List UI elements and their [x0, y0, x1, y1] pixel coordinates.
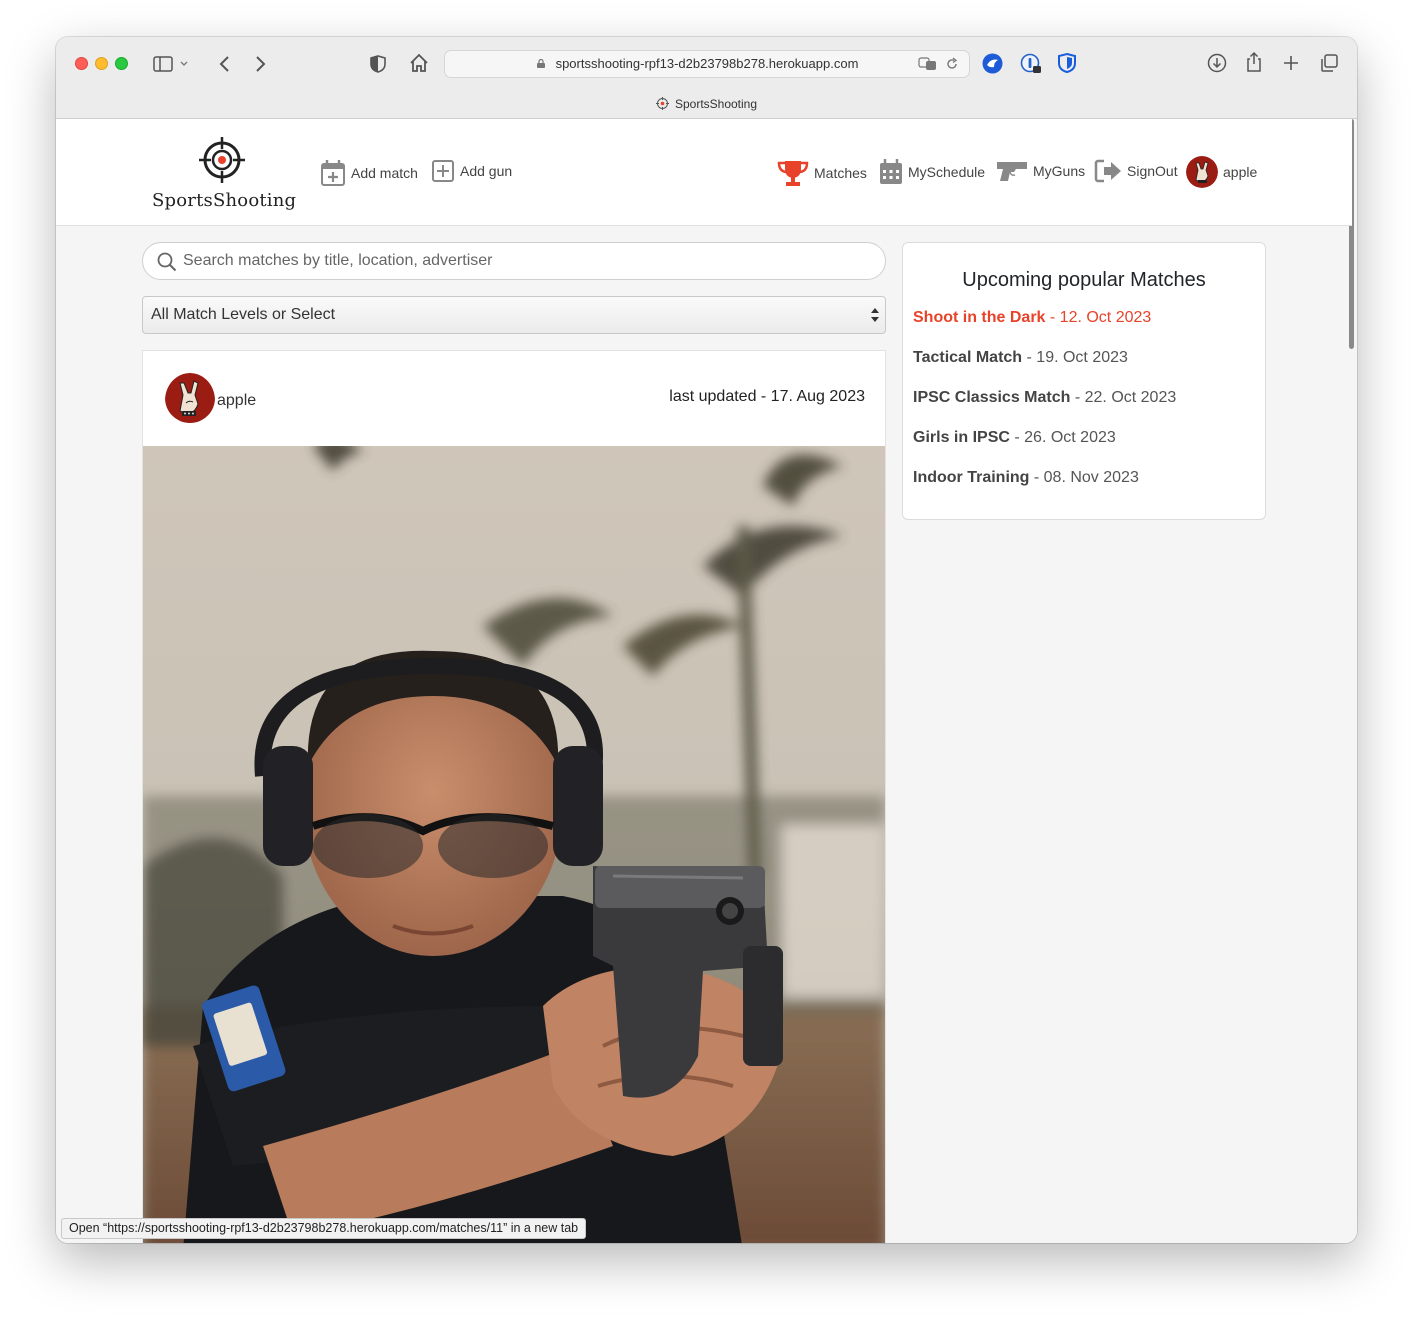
add-match-link[interactable]: Add match [320, 159, 418, 187]
brand-name: SportsShooting [152, 190, 297, 211]
forward-icon[interactable] [253, 54, 267, 74]
extension-bird-icon[interactable] [982, 53, 1003, 74]
add-gun-label: Add gun [460, 163, 513, 179]
match-name: Girls in IPSC [913, 429, 1010, 446]
match-name: Shoot in the Dark [913, 309, 1046, 326]
sidebar-toggle-icon[interactable] [153, 55, 189, 73]
myschedule-link[interactable]: MySchedule [879, 159, 985, 185]
signout-label: SignOut [1127, 163, 1178, 179]
popular-matches-panel: Upcoming popular Matches Shoot in the Da… [902, 242, 1266, 520]
minimize-window-button[interactable] [95, 57, 108, 70]
myguns-link[interactable]: MyGuns [996, 159, 1085, 183]
reload-icon[interactable] [945, 57, 959, 71]
match-name: Indoor Training [913, 469, 1030, 486]
active-tab[interactable]: SportsShooting [56, 97, 1357, 111]
list-item[interactable]: Indoor Training - 08. Nov 2023 [913, 469, 1176, 509]
myschedule-label: MySchedule [908, 164, 986, 180]
trophy-icon [777, 161, 809, 186]
calendar-plus-icon [321, 160, 345, 186]
match-date: - 19. Oct 2023 [1022, 349, 1128, 366]
myguns-label: MyGuns [1033, 163, 1086, 179]
match-name: IPSC Classics Match [913, 389, 1071, 406]
page-viewport: SportsShooting Add match Add gun Matches… [56, 119, 1357, 1243]
search-input[interactable] [183, 243, 873, 279]
match-card-header: apple last updated - 17. Aug 2023 [143, 351, 885, 446]
link-status-bar: Open “https://sportsshooting-rpf13-d2b23… [61, 1218, 587, 1239]
match-level-selected: All Match Levels or Select [151, 306, 336, 323]
list-item[interactable]: IPSC Classics Match - 22. Oct 2023 [913, 389, 1176, 429]
back-icon[interactable] [218, 54, 232, 74]
search-icon [157, 252, 177, 272]
match-date: - 12. Oct 2023 [1045, 309, 1152, 326]
close-window-button[interactable] [75, 57, 88, 70]
privacy-shield-icon[interactable] [369, 54, 387, 74]
target-favicon-icon [655, 97, 669, 110]
popular-matches-list: Shoot in the Dark - 12. Oct 2023 Tactica… [913, 309, 1176, 509]
match-photo[interactable] [143, 446, 885, 1243]
list-item[interactable]: Tactical Match - 19. Oct 2023 [913, 349, 1176, 389]
square-plus-icon [432, 160, 454, 182]
translate-icon[interactable] [918, 57, 938, 71]
list-item[interactable]: Girls in IPSC - 26. Oct 2023 [913, 429, 1176, 469]
zoom-window-button[interactable] [115, 57, 128, 70]
match-date: - 08. Nov 2023 [1029, 469, 1139, 486]
url-text: sportsshooting-rpf13-d2b23798b278.heroku… [555, 56, 859, 71]
site-logo[interactable]: SportsShooting [152, 137, 297, 211]
site-navbar: SportsShooting Add match Add gun Matches… [56, 119, 1352, 226]
signout-link[interactable]: SignOut [1094, 159, 1178, 183]
sign-out-icon [1094, 159, 1121, 183]
match-level-select[interactable]: All Match Levels or Select [142, 296, 886, 334]
add-gun-link[interactable]: Add gun [431, 159, 512, 183]
tab-title: SportsShooting [674, 97, 758, 111]
match-card-author: apple [165, 373, 256, 428]
match-card[interactable]: apple last updated - 17. Aug 2023 [142, 350, 886, 1243]
pistol-icon [997, 162, 1027, 181]
matches-label: Matches [814, 165, 867, 181]
author-avatar [165, 373, 215, 428]
match-date: - 26. Oct 2023 [1009, 429, 1116, 446]
new-tab-icon[interactable] [1282, 54, 1300, 72]
user-avatar [1186, 156, 1218, 188]
select-arrows-icon [871, 308, 879, 322]
bitwarden-shield-icon[interactable] [1057, 52, 1077, 74]
tab-overview-icon[interactable] [1319, 53, 1339, 73]
downloads-icon[interactable] [1207, 53, 1227, 73]
search-box [142, 242, 886, 280]
calendar-icon [880, 159, 902, 184]
shooter-photo-image [143, 446, 885, 1243]
add-match-label: Add match [351, 165, 418, 181]
share-icon[interactable] [1245, 51, 1263, 73]
address-bar[interactable]: sportsshooting-rpf13-d2b23798b278.heroku… [444, 50, 970, 78]
lock-icon [537, 59, 545, 68]
username-label: apple [1223, 164, 1258, 180]
browser-window: sportsshooting-rpf13-d2b23798b278.heroku… [56, 37, 1357, 1243]
author-name: apple [217, 391, 257, 409]
last-updated-text: last updated - 17. Aug 2023 [669, 388, 865, 405]
crosshair-logo-icon [199, 137, 245, 183]
user-profile-link[interactable]: apple [1186, 156, 1257, 188]
password-extension-icon[interactable] [1020, 53, 1042, 75]
popular-matches-title: Upcoming popular Matches [962, 269, 1206, 291]
matches-link[interactable]: Matches [777, 159, 867, 187]
match-name: Tactical Match [913, 349, 1023, 366]
match-date: - 22. Oct 2023 [1070, 389, 1177, 406]
list-item[interactable]: Shoot in the Dark - 12. Oct 2023 [913, 309, 1176, 349]
browser-toolbar: sportsshooting-rpf13-d2b23798b278.heroku… [56, 37, 1357, 119]
home-icon[interactable] [408, 52, 430, 74]
